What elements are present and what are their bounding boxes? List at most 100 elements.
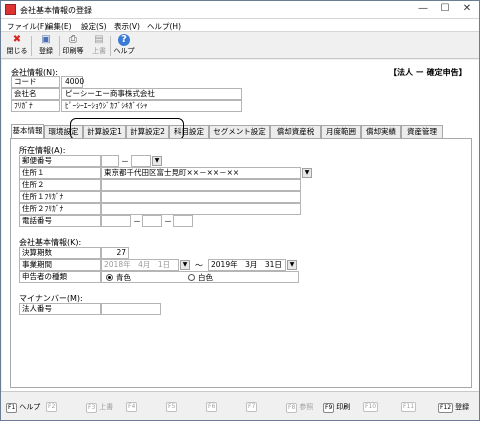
f9-key-icon: F9 <box>323 403 335 413</box>
filer-white-option[interactable]: 白色 <box>188 273 213 283</box>
close-window-button[interactable]: ✕ <box>457 3 477 16</box>
main-window: 会社基本情報の登録 — ☐ ✕ ファイル(F) 編集(E) 設定(S) 表示(V… <box>0 0 480 421</box>
address1-label: 住所１ <box>19 167 101 179</box>
minimize-button[interactable]: — <box>413 3 433 16</box>
f12-key-icon: F12 <box>438 403 454 413</box>
fkey-f3[interactable]: F3 上書 <box>86 402 113 413</box>
print-button[interactable]: ⎙ 印刷等 <box>61 34 85 58</box>
register-button[interactable]: ▣ 登録 <box>34 34 58 58</box>
address2-kana-input[interactable] <box>101 203 301 215</box>
postal-code-1-input[interactable] <box>101 155 119 167</box>
window-title: 会社基本情報の登録 <box>20 6 92 15</box>
term-from-dropdown[interactable]: ▼ <box>180 260 190 270</box>
address1-kana-label: 住所１ﾌﾘｶﾞﾅ <box>19 191 101 203</box>
f10-key-icon: F10 <box>363 402 379 412</box>
code-label: コード <box>11 76 60 88</box>
address1-kana-input[interactable] <box>101 191 301 203</box>
phone-label: 電話番号 <box>19 215 101 227</box>
f8-label: 参照 <box>299 403 314 411</box>
fkey-f6[interactable]: F6 <box>206 402 219 412</box>
address1-dropdown[interactable]: ▼ <box>302 168 312 178</box>
close-icon: ✖ <box>12 34 22 45</box>
postal-code-label: 郵便番号 <box>19 155 101 167</box>
term-to-dropdown[interactable]: ▼ <box>287 260 297 270</box>
term-to-input[interactable]: 2019年 3月 31日 <box>208 259 286 271</box>
menu-file[interactable]: ファイル(F) <box>7 21 47 32</box>
fkey-f12[interactable]: F12 登録 <box>438 402 469 413</box>
fkey-f9[interactable]: F9 印刷 <box>323 402 350 413</box>
close-button[interactable]: ✖ 閉じる <box>5 34 29 58</box>
tab-depreciable-asset-tax[interactable]: 償却資産税 <box>270 125 321 138</box>
fiscal-period-input[interactable]: 27 <box>101 247 129 259</box>
fkey-f10[interactable]: F10 <box>363 402 380 412</box>
business-term-label: 事業期間 <box>19 259 101 271</box>
menu-edit[interactable]: 編集(E) <box>46 21 72 32</box>
kana-label: ﾌﾘｶﾞﾅ <box>11 100 60 112</box>
address1-input[interactable]: 東京都千代田区富士見町××－××－×× <box>101 167 301 179</box>
fkey-f8[interactable]: F8 参照 <box>286 402 313 413</box>
postal-code-2-input[interactable] <box>131 155 151 167</box>
toolbar: ✖ 閉じる ▣ 登録 ⎙ 印刷等 ▤ 上書 ? ヘルプ <box>1 32 479 59</box>
menu-bar: ファイル(F) 編集(E) 設定(S) 表示(V) ヘルプ(H) <box>1 19 479 32</box>
filer-type-label: 申告者の種類 <box>19 271 101 283</box>
fkey-f4[interactable]: F4 <box>126 402 139 412</box>
f3-key-icon: F3 <box>86 403 98 413</box>
f1-key-icon: F1 <box>6 403 18 413</box>
overwrite-icon: ▤ <box>94 34 104 45</box>
company-name-value: ピーシーエー商事株式会社 <box>61 88 242 100</box>
basic-info-panel: 所在情報(A): 郵便番号 － ▼ 住所１ 東京都千代田区富士見町××－××－×… <box>10 138 472 388</box>
app-icon <box>5 4 16 15</box>
address2-label: 住所２ <box>19 179 101 191</box>
menu-help[interactable]: ヘルプ(H) <box>147 21 181 32</box>
filer-blue-option[interactable]: 青色 <box>106 273 131 283</box>
save-icon: ▣ <box>41 34 51 45</box>
phone-2-input[interactable] <box>142 215 162 227</box>
fkey-f7[interactable]: F7 <box>246 402 259 412</box>
postal-lookup-dropdown[interactable]: ▼ <box>152 156 162 166</box>
phone-separator-1: － <box>133 217 141 226</box>
filer-white-label: 白色 <box>198 273 213 282</box>
menu-settings[interactable]: 設定(S) <box>81 21 107 32</box>
tab-segment-settings[interactable]: セグメント設定 <box>209 125 270 138</box>
title-bar: 会社基本情報の登録 — ☐ ✕ <box>1 1 479 19</box>
f8-key-icon: F8 <box>286 403 298 413</box>
radio-unselected-icon <box>188 274 195 281</box>
f7-key-icon: F7 <box>246 402 258 412</box>
corporate-number-input[interactable] <box>101 303 161 315</box>
filing-type-badge: 【法人 ー 確定申告】 <box>389 68 467 77</box>
filer-type-group: 青色 白色 <box>101 271 299 283</box>
f9-label: 印刷 <box>336 403 351 411</box>
phone-3-input[interactable] <box>173 215 193 227</box>
fkey-f5[interactable]: F5 <box>166 402 179 412</box>
company-name-label: 会社名 <box>11 88 60 100</box>
tab-basic-info[interactable]: 基本情報 <box>11 124 44 138</box>
tab-depreciation-results[interactable]: 償却実績 <box>361 125 401 138</box>
fiscal-period-label: 決算期数 <box>19 247 101 259</box>
printer-icon: ⎙ <box>69 34 77 45</box>
phone-1-input[interactable] <box>101 215 131 227</box>
filer-blue-label: 青色 <box>116 273 131 282</box>
f1-label: ヘルプ <box>19 403 41 411</box>
fkey-f1[interactable]: F1 ヘルプ <box>6 402 40 413</box>
function-key-bar: F1 ヘルプ F2 F3 上書 F4 F5 F6 F7 F8 参照 F9 印刷 F10 … <box>1 391 479 420</box>
code-value: 4000 <box>61 76 84 88</box>
f2-key-icon: F2 <box>46 402 58 412</box>
tab-asset-management[interactable]: 資産管理 <box>401 125 443 138</box>
fkey-f11[interactable]: F11 <box>401 402 418 412</box>
help-label: ヘルプ <box>113 47 135 55</box>
f3-label: 上書 <box>99 403 114 411</box>
menu-view[interactable]: 表示(V) <box>114 21 140 32</box>
address2-kana-label: 住所２ﾌﾘｶﾞﾅ <box>19 203 101 215</box>
f5-key-icon: F5 <box>166 402 178 412</box>
highlight-outline <box>70 118 184 140</box>
address2-input[interactable] <box>101 179 301 191</box>
postal-separator: － <box>121 157 129 166</box>
kana-value: ﾋﾟｰｼｰｴｰｼｮｳｼﾞｶﾌﾞｼｷｶﾞｲｼｬ <box>61 100 242 112</box>
help-button[interactable]: ? ヘルプ <box>112 34 136 58</box>
term-from-input[interactable]: 2018年 4月 1日 <box>101 259 179 271</box>
term-separator: ～ <box>195 261 203 270</box>
tab-month-range[interactable]: 月度範囲 <box>321 125 361 138</box>
f4-key-icon: F4 <box>126 402 138 412</box>
maximize-button[interactable]: ☐ <box>435 3 455 16</box>
fkey-f2[interactable]: F2 <box>46 402 59 412</box>
